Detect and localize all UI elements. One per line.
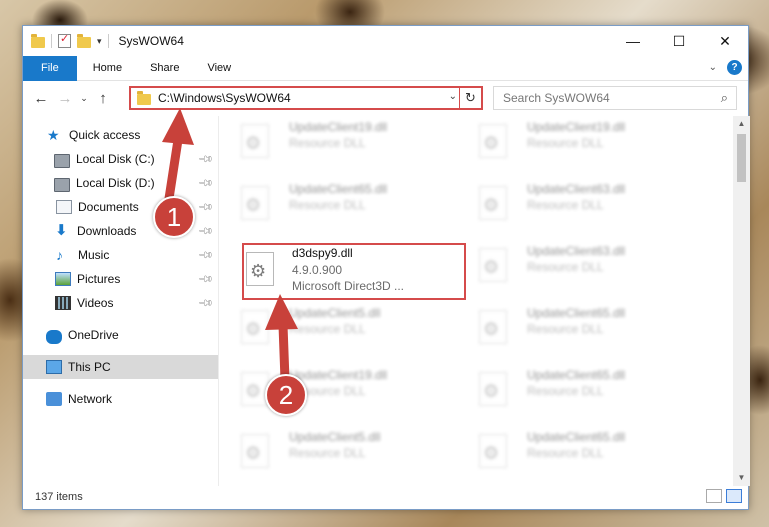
- arrow-2-shaft: [278, 320, 290, 385]
- arrow-1-head: [162, 108, 194, 145]
- arrow-2-head: [265, 294, 298, 330]
- step-1-badge: 1: [153, 196, 195, 238]
- annotation-arrows: [162, 108, 298, 385]
- step-2-badge: 2: [265, 374, 307, 416]
